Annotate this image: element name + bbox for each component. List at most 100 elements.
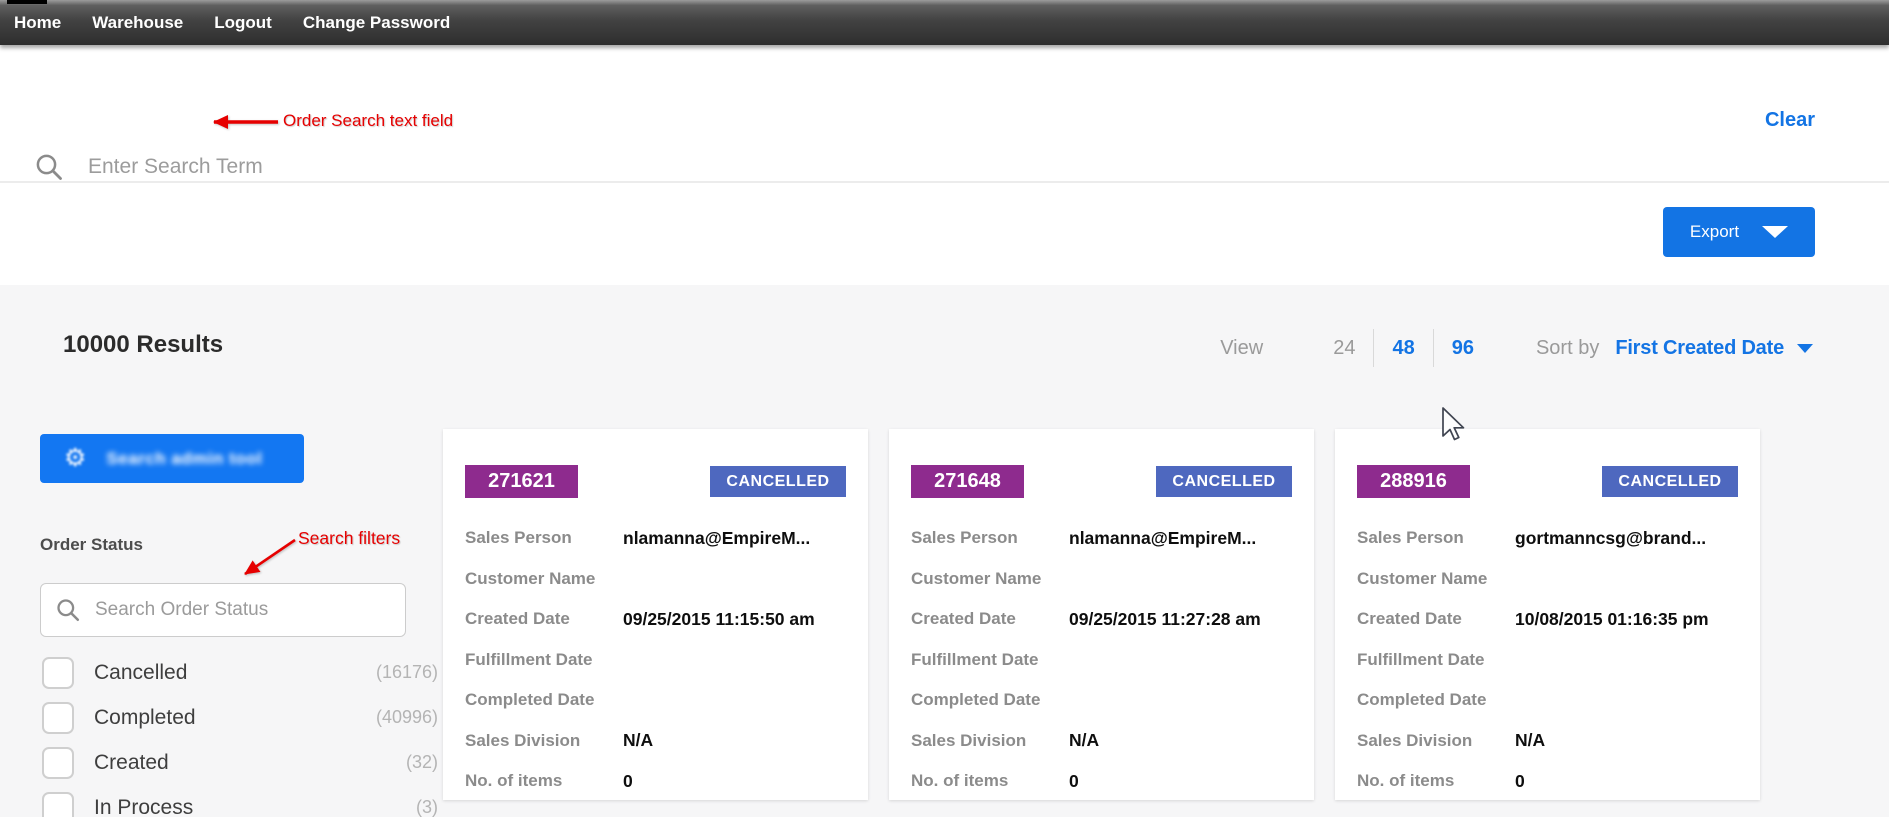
order-search-bar: Clear bbox=[0, 45, 1889, 191]
order-status-option[interactable]: Cancelled (16176) bbox=[40, 650, 438, 695]
export-button-label: Export bbox=[1689, 222, 1740, 241]
field-label: Fulfillment Date bbox=[1357, 649, 1485, 669]
field-value: 09/25/2015 11:15:50 am bbox=[623, 608, 815, 629]
field-label: Customer Name bbox=[465, 568, 596, 588]
order-cards-grid: 271621 CANCELLED Sales Person nlamanna@E… bbox=[443, 429, 1760, 800]
field-row: Sales Person gortmanncsg@brand... bbox=[1357, 518, 1738, 559]
view-sort-controls: View 24 48 96 Sort by First Created Date bbox=[1220, 327, 1813, 369]
nav-items: Home Warehouse Logout Change Password bbox=[0, 0, 1889, 45]
chevron-down-icon bbox=[1762, 226, 1789, 238]
order-id-badge[interactable]: 271648 bbox=[911, 465, 1024, 498]
search-admin-tool-button[interactable]: ⚙ Search admin tool bbox=[40, 434, 304, 483]
checkbox-unchecked[interactable] bbox=[42, 791, 74, 817]
field-row: Customer Name bbox=[911, 559, 1292, 600]
actions-toolbar: Export bbox=[0, 185, 1889, 285]
search-admin-tool-label: Search admin tool bbox=[106, 448, 263, 468]
field-value: 0 bbox=[1515, 770, 1525, 791]
status-option-count: (32) bbox=[405, 752, 438, 772]
checkbox-unchecked[interactable] bbox=[42, 656, 74, 689]
order-search-input[interactable] bbox=[86, 143, 520, 191]
order-status-option[interactable]: Created (32) bbox=[40, 740, 438, 785]
field-value: 0 bbox=[1069, 770, 1079, 791]
order-id-badge[interactable]: 271621 bbox=[465, 465, 578, 498]
order-fields: Sales Person nlamanna@EmpireM... Custome… bbox=[465, 518, 846, 802]
gear-icon: ⚙ bbox=[64, 444, 87, 472]
field-row: Completed Date bbox=[1357, 680, 1738, 721]
order-search-page: Home Warehouse Logout Change Password Cl… bbox=[0, 0, 1889, 817]
order-card[interactable]: 288916 CANCELLED Sales Person gortmanncs… bbox=[1335, 429, 1760, 800]
field-label: Sales Person bbox=[1357, 528, 1464, 548]
order-status-badge: CANCELLED bbox=[1602, 466, 1738, 497]
filters-sidebar: ⚙ Search admin tool Order Status Cancell… bbox=[40, 434, 440, 817]
field-label: Fulfillment Date bbox=[911, 649, 1039, 669]
field-label: No. of items bbox=[465, 771, 563, 791]
field-row: Customer Name bbox=[1357, 559, 1738, 600]
results-section: 10000 Results View 24 48 96 Sort by Firs… bbox=[0, 285, 1889, 817]
field-row: Fulfillment Date bbox=[911, 640, 1292, 681]
field-label: Customer Name bbox=[911, 568, 1042, 588]
field-value: 09/25/2015 11:27:28 am bbox=[1069, 608, 1261, 629]
field-row: Created Date 09/25/2015 11:15:50 am bbox=[465, 599, 846, 640]
field-label: Sales Person bbox=[465, 528, 572, 548]
view-option-48[interactable]: 48 bbox=[1392, 337, 1414, 360]
field-row: Completed Date bbox=[465, 680, 846, 721]
field-label: No. of items bbox=[1357, 771, 1455, 791]
view-option-24[interactable]: 24 bbox=[1333, 337, 1355, 360]
status-option-label: Cancelled bbox=[94, 660, 188, 684]
order-card[interactable]: 271621 CANCELLED Sales Person nlamanna@E… bbox=[443, 429, 868, 800]
field-row: Sales Person nlamanna@EmpireM... bbox=[465, 518, 846, 559]
order-id-badge[interactable]: 288916 bbox=[1357, 465, 1470, 498]
field-label: No. of items bbox=[911, 771, 1009, 791]
checkbox-unchecked[interactable] bbox=[42, 701, 74, 734]
order-status-badge: CANCELLED bbox=[710, 466, 846, 497]
order-status-list: Cancelled (16176) Completed (40996) Crea… bbox=[40, 650, 438, 817]
field-row: Customer Name bbox=[465, 559, 846, 600]
clear-search-link[interactable]: Clear bbox=[1765, 109, 1815, 132]
field-row: No. of items 0 bbox=[465, 761, 846, 802]
field-label: Completed Date bbox=[1357, 690, 1487, 710]
view-option-96[interactable]: 96 bbox=[1452, 337, 1474, 360]
browser-tab-remnant bbox=[7, 0, 47, 4]
field-row: Completed Date bbox=[911, 680, 1292, 721]
field-value: 0 bbox=[623, 770, 633, 791]
nav-link[interactable]: Logout bbox=[214, 13, 272, 33]
field-label: Completed Date bbox=[465, 690, 595, 710]
field-row: Sales Person nlamanna@EmpireM... bbox=[911, 518, 1292, 559]
field-row: Created Date 09/25/2015 11:27:28 am bbox=[911, 599, 1292, 640]
status-option-label: Created bbox=[94, 750, 169, 774]
results-count: 10000 Results bbox=[63, 331, 224, 358]
field-row: No. of items 0 bbox=[1357, 761, 1738, 802]
field-row: Sales Division N/A bbox=[911, 721, 1292, 762]
status-option-label: In Process bbox=[94, 795, 194, 817]
status-option-count: (16176) bbox=[375, 662, 438, 682]
field-label: Sales Division bbox=[911, 730, 1027, 750]
divider bbox=[1373, 329, 1375, 367]
field-row: Sales Division N/A bbox=[465, 721, 846, 762]
order-status-heading: Order Status bbox=[40, 535, 143, 554]
order-status-option[interactable]: In Process (3) bbox=[40, 785, 438, 817]
field-row: Fulfillment Date bbox=[465, 640, 846, 681]
order-card-header: 271621 CANCELLED bbox=[465, 465, 846, 498]
nav-link[interactable]: Home bbox=[14, 13, 61, 33]
field-value: 10/08/2015 01:16:35 pm bbox=[1515, 608, 1709, 629]
field-value: gortmanncsg@brand... bbox=[1515, 527, 1707, 548]
field-row: Sales Division N/A bbox=[1357, 721, 1738, 762]
order-status-option[interactable]: Completed (40996) bbox=[40, 695, 438, 740]
field-label: Fulfillment Date bbox=[465, 649, 593, 669]
chevron-down-icon[interactable] bbox=[1797, 343, 1813, 353]
field-value: nlamanna@EmpireM... bbox=[623, 527, 811, 548]
export-button[interactable]: Export bbox=[1663, 207, 1815, 257]
field-label: Sales Division bbox=[1357, 730, 1473, 750]
field-label: Completed Date bbox=[911, 690, 1041, 710]
sort-by-dropdown[interactable]: First Created Date bbox=[1615, 337, 1784, 360]
field-row: No. of items 0 bbox=[911, 761, 1292, 802]
search-icon bbox=[36, 154, 62, 180]
order-status-search-input[interactable] bbox=[93, 598, 390, 622]
search-icon bbox=[57, 599, 80, 622]
order-card[interactable]: 271648 CANCELLED Sales Person nlamanna@E… bbox=[889, 429, 1314, 800]
nav-link[interactable]: Warehouse bbox=[92, 13, 183, 33]
checkbox-unchecked[interactable] bbox=[42, 746, 74, 779]
nav-link[interactable]: Change Password bbox=[303, 13, 450, 33]
order-fields: Sales Person gortmanncsg@brand... Custom… bbox=[1357, 518, 1738, 802]
status-option-count: (40996) bbox=[375, 707, 438, 727]
